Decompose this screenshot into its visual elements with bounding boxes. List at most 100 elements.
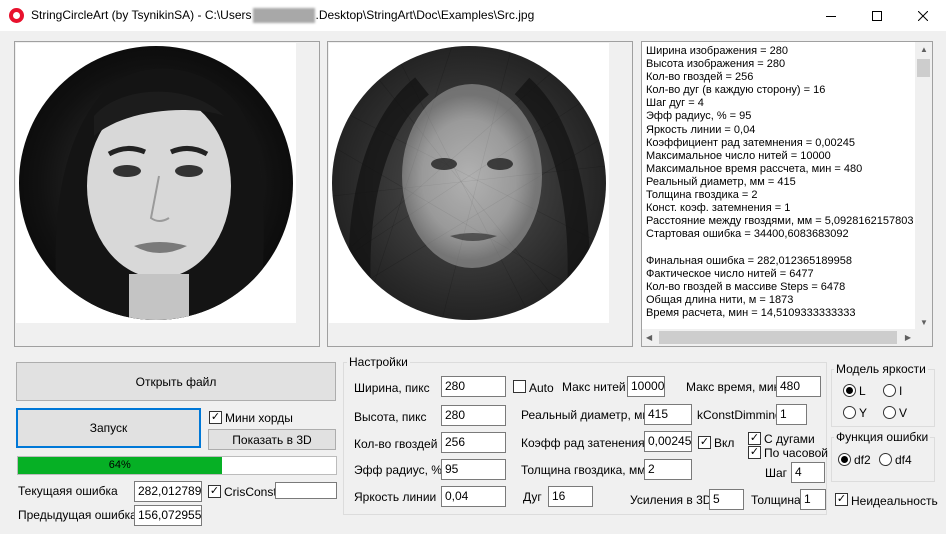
- report-lines: Ширина изображения = 280 Высота изображен…: [646, 45, 916, 320]
- report-line: Эфф радиус, % = 95: [646, 110, 752, 123]
- brightness-label: Яркость линии: [354, 490, 437, 504]
- df4-radio[interactable]: [879, 453, 892, 466]
- check-icon: ✓: [749, 432, 760, 444]
- report-line: Шаг дуг = 4: [646, 97, 704, 110]
- height-label: Высота, пикс: [354, 410, 427, 424]
- clockwise-checkbox[interactable]: ✓: [748, 446, 761, 459]
- df2-radio[interactable]: [838, 453, 851, 466]
- report-line: Яркость линии = 0,04: [646, 123, 756, 136]
- dimming-input[interactable]: 0,00245: [644, 431, 692, 452]
- brightness-l-radio[interactable]: [843, 384, 856, 397]
- brightness-input[interactable]: 0,04: [441, 486, 506, 507]
- previous-error-label: Предыдущая ошибка: [18, 508, 137, 522]
- auto-checkbox[interactable]: [513, 380, 526, 393]
- dimming-label: Коэфф рад затенения: [521, 436, 645, 450]
- close-button[interactable]: [900, 0, 946, 31]
- max-time-input[interactable]: 480: [776, 376, 821, 397]
- enabled-label: Вкл: [714, 436, 735, 450]
- nail-thickness-input[interactable]: 2: [644, 459, 692, 480]
- check-icon: ✓: [749, 446, 760, 458]
- crisconst-checkbox[interactable]: ✓: [208, 485, 221, 498]
- scroll-right-icon[interactable]: ▶: [905, 333, 911, 342]
- report-horizontal-scrollbar[interactable]: ◀ ▶: [642, 329, 915, 346]
- settings-group-title: Настройки: [347, 355, 410, 369]
- minimize-button[interactable]: [808, 0, 854, 31]
- redacted-username: [252, 8, 315, 24]
- step-input[interactable]: 4: [791, 462, 825, 483]
- brightness-v-radio[interactable]: [883, 406, 896, 419]
- scroll-thumb-horizontal[interactable]: [659, 331, 897, 344]
- result-image-canvas: [329, 43, 609, 323]
- show-3d-button[interactable]: Показать в 3D: [208, 429, 336, 450]
- max-threads-label: Макс нитей: [562, 380, 626, 394]
- report-vertical-scrollbar[interactable]: ▲ ▼: [915, 42, 932, 330]
- report-line: Стартовая ошибка = 34400,6083683092: [646, 228, 849, 241]
- report-line: Толщина гвоздика = 2: [646, 189, 758, 202]
- report-line: Кол-во дуг (в каждую сторону) = 16: [646, 84, 826, 97]
- report-line: Общая длина нити, м = 1873: [646, 293, 794, 306]
- source-portrait-image: [19, 46, 293, 320]
- report-textbox[interactable]: Ширина изображения = 280 Высота изображен…: [641, 41, 933, 347]
- thickness-label: Толщина: [751, 493, 801, 507]
- max-threads-input[interactable]: 10000: [627, 376, 665, 397]
- gain-3d-label: Усиления в 3D: [630, 493, 712, 507]
- radius-input[interactable]: 95: [441, 459, 506, 480]
- report-line: Коэффициент рад затемнения = 0,00245: [646, 136, 856, 149]
- progress-bar: 64%: [17, 456, 337, 475]
- brightness-i-radio[interactable]: [883, 384, 896, 397]
- brightness-model-title: Модель яркости: [834, 362, 928, 376]
- check-icon: ✓: [836, 493, 847, 505]
- report-line: Максимальное число нитей = 10000: [646, 149, 831, 162]
- nails-label: Кол-во гвоздей: [354, 437, 438, 451]
- scroll-corner: [915, 329, 932, 346]
- kconst-label: kConstDimming: [697, 408, 782, 422]
- title-bar[interactable]: StringCircleArt (by TsynikinSA) - C:\Use…: [0, 0, 946, 31]
- df4-label: df4: [895, 453, 912, 467]
- report-line: Высота изображения = 280: [646, 58, 786, 71]
- check-icon: ✓: [210, 411, 221, 423]
- step-label: Шаг: [765, 466, 788, 480]
- width-input[interactable]: 280: [441, 376, 506, 397]
- window-title-suffix: .Desktop\StringArt\Doc\Examples\Src.jpg: [315, 8, 535, 22]
- report-line: [646, 241, 916, 254]
- scroll-up-icon[interactable]: ▲: [920, 45, 928, 54]
- gain-3d-input[interactable]: 5: [709, 489, 744, 510]
- maximize-button[interactable]: [854, 0, 900, 31]
- brightness-y-label: Y: [859, 406, 868, 420]
- result-image-panel: [327, 41, 633, 347]
- scroll-down-icon[interactable]: ▼: [920, 318, 928, 327]
- window-title: StringCircleArt (by TsynikinSA) - C:\Use…: [31, 8, 535, 24]
- crisconst-field[interactable]: [275, 482, 337, 499]
- radius-label: Эфф радиус, %: [354, 463, 442, 477]
- check-icon: ✓: [699, 436, 710, 448]
- diameter-input[interactable]: 415: [644, 404, 692, 425]
- diameter-label: Реальный диаметр, мм: [521, 408, 651, 422]
- arcs-label: Дуг: [523, 490, 542, 504]
- current-error-label: Текущаяя ошибка: [18, 484, 118, 498]
- enabled-checkbox[interactable]: ✓: [698, 436, 711, 449]
- scroll-left-icon[interactable]: ◀: [646, 333, 652, 342]
- minimize-icon: [826, 15, 836, 17]
- brightness-l-label: L: [859, 384, 866, 398]
- report-line: Реальный диаметр, мм = 415: [646, 175, 796, 188]
- window-title-prefix: StringCircleArt (by TsynikinSA) - C:\Use…: [31, 8, 252, 22]
- scroll-thumb[interactable]: [917, 59, 930, 77]
- run-button[interactable]: Запуск: [16, 408, 201, 448]
- height-input[interactable]: 280: [441, 405, 506, 426]
- report-line: Расстояние между гвоздями, мм = 5,092816…: [646, 215, 914, 228]
- brightness-y-radio[interactable]: [843, 406, 856, 419]
- nails-input[interactable]: 256: [441, 432, 506, 453]
- auto-label: Auto: [529, 381, 554, 395]
- open-file-button[interactable]: Открыть файл: [16, 362, 336, 401]
- non-ideal-checkbox[interactable]: ✓: [835, 493, 848, 506]
- report-line: Кол-во гвоздей в массиве Steps = 6478: [646, 280, 846, 293]
- kconst-input[interactable]: 1: [776, 404, 807, 425]
- thickness-input[interactable]: 1: [800, 489, 826, 510]
- current-error-field[interactable]: 282,0127894: [134, 481, 202, 502]
- with-arcs-checkbox[interactable]: ✓: [748, 432, 761, 445]
- arcs-input[interactable]: 16: [548, 486, 593, 507]
- report-line: Кол-во гвоздей = 256: [646, 71, 754, 84]
- report-line: Фактическое число нитей = 6477: [646, 267, 814, 280]
- previous-error-field[interactable]: 156,0729555: [134, 505, 202, 526]
- mini-chords-checkbox[interactable]: ✓: [209, 411, 222, 424]
